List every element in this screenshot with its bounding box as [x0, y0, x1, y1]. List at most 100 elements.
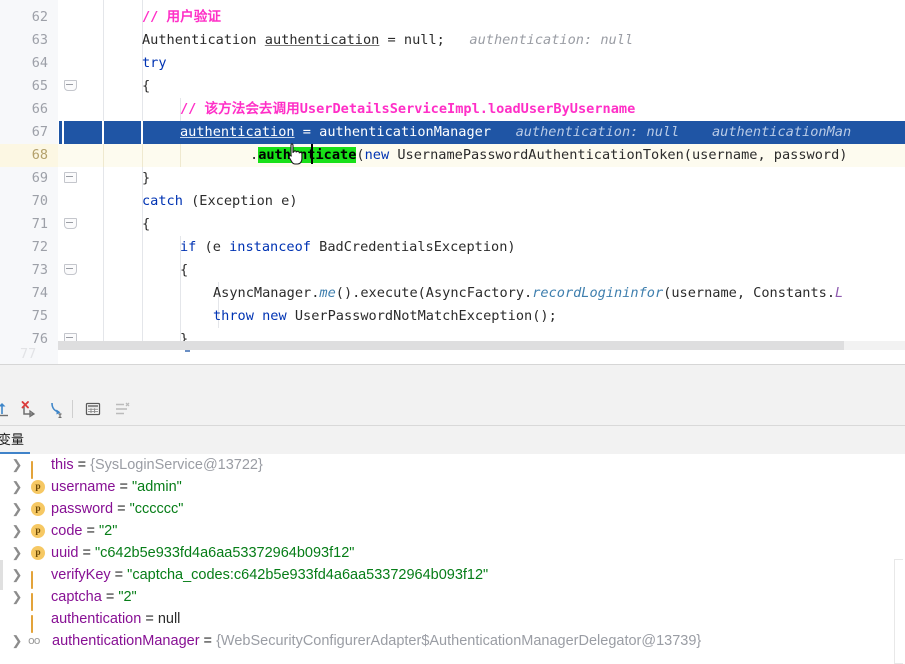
- code-line-70[interactable]: 70 catch (Exception e): [0, 190, 905, 213]
- code-line-66[interactable]: 66 // 该方法会去调用UserDetailsServiceImpl.load…: [0, 98, 905, 121]
- evaluate-expression-button[interactable]: [79, 395, 107, 423]
- brace-token: {: [142, 78, 151, 94]
- assign-token: = null;: [379, 32, 445, 48]
- scrollbar-thumb[interactable]: [894, 559, 903, 664]
- code-line-62[interactable]: 62 // 用户验证: [0, 6, 905, 29]
- scrollbar-thumb[interactable]: [58, 341, 844, 350]
- debugger-tab-strip[interactable]: 变量: [0, 426, 905, 454]
- variable-row[interactable]: ❯ p username = "admin": [0, 476, 905, 498]
- line-number: 65: [31, 78, 48, 94]
- line-number: 73: [31, 262, 48, 278]
- code-text: // 该方法会去调用UserDetailsServiceImpl.loadUse…: [80, 98, 905, 121]
- selection-block: [59, 121, 62, 144]
- editor-bottom-clip: 77: [0, 346, 905, 364]
- parameter-icon: p: [31, 480, 45, 494]
- fold-marker-icon[interactable]: [64, 218, 77, 230]
- code-text: {: [80, 259, 905, 282]
- code-line-73[interactable]: 73 {: [0, 259, 905, 282]
- code-text: try: [80, 52, 905, 75]
- fold-column: [58, 305, 80, 328]
- variable-value: null: [157, 611, 181, 627]
- variable-entry: this = {SysLoginService@13722}: [51, 457, 263, 473]
- expand-arrow-icon[interactable]: ❯: [10, 476, 24, 498]
- fold-column[interactable]: [58, 213, 80, 236]
- cond-token: (e: [196, 239, 230, 255]
- variable-row[interactable]: ❯ this = {SysLoginService@13722}: [0, 454, 905, 479]
- force-step-into-button[interactable]: [15, 395, 43, 423]
- expand-arrow-icon[interactable]: ❯: [10, 520, 24, 542]
- code-text: }: [80, 167, 905, 190]
- editor-horizontal-scrollbar[interactable]: [58, 341, 905, 350]
- code-editor[interactable]: } 62 // 用户验证 63 Authentication authentic…: [0, 0, 905, 364]
- line-number: 62: [31, 9, 48, 25]
- code-line-75[interactable]: 75 throw new UserPasswordNotMatchExcepti…: [0, 305, 905, 328]
- code-line-64[interactable]: 64 try: [0, 52, 905, 75]
- variables-vertical-scrollbar[interactable]: [892, 454, 905, 664]
- variable-name: captcha: [51, 589, 102, 605]
- variable-token: authentication: [180, 124, 295, 140]
- brace-token: {: [180, 262, 189, 278]
- variable-token: authentication: [264, 32, 380, 48]
- fold-marker-icon[interactable]: [64, 172, 77, 184]
- code-line-67[interactable]: 67 authentication = authenticationManage…: [0, 121, 905, 144]
- code-line-63[interactable]: 63 Authentication authentication = null;…: [0, 29, 905, 52]
- fold-column[interactable]: [58, 167, 80, 190]
- expand-arrow-icon[interactable]: ❯: [10, 542, 24, 564]
- expand-arrow-icon[interactable]: ❯: [10, 564, 24, 586]
- text-caret: [311, 144, 313, 164]
- debugger-toolbar[interactable]: [0, 393, 905, 426]
- fold-column: [58, 236, 80, 259]
- variable-value: "cccccc": [129, 501, 184, 517]
- keyword-token: throw: [213, 308, 254, 324]
- code-text: if (e instanceof BadCredentialsException…: [80, 236, 905, 259]
- variable-row[interactable]: ❯ p code = "2": [0, 520, 905, 542]
- code-line-65[interactable]: 65 {: [0, 75, 905, 98]
- code-line-74[interactable]: 74 AsyncManager.me().execute(AsyncFactor…: [0, 282, 905, 305]
- brace-token: }: [142, 170, 151, 186]
- variable-name: this: [51, 457, 74, 473]
- fold-column[interactable]: [58, 75, 80, 98]
- editor-debug-splitter[interactable]: [0, 364, 905, 394]
- code-text: {: [80, 213, 905, 236]
- expand-arrow-icon[interactable]: ❯: [10, 454, 24, 476]
- variable-name: verifyKey: [51, 567, 111, 583]
- variables-panel[interactable]: ❯ this = {SysLoginService@13722} ❯ p use…: [0, 454, 905, 664]
- fold-marker-icon[interactable]: [64, 264, 77, 276]
- code-text: {: [80, 75, 905, 98]
- variable-row[interactable]: ❯ verifyKey = "captcha_codes:c642b5e933f…: [0, 564, 905, 589]
- expand-arrow-icon[interactable]: ❯: [10, 586, 24, 608]
- smart-step-into-button[interactable]: [43, 395, 71, 423]
- step-out-button[interactable]: [0, 395, 16, 423]
- fold-marker-icon[interactable]: [64, 80, 77, 92]
- variable-row[interactable]: ❯ p uuid = "c642b5e933fd4a6aa53372964b09…: [0, 542, 905, 564]
- variable-entry: captcha = "2": [51, 589, 137, 605]
- code-text: // 用户验证: [80, 6, 905, 29]
- toolbar-separator: [72, 400, 73, 418]
- keyword-token-2: new: [253, 308, 287, 324]
- line-number: 66: [31, 101, 48, 117]
- inline-debug-hint-2: authenticationMan: [712, 124, 852, 140]
- code-line-69[interactable]: 69 }: [0, 167, 905, 190]
- fold-column[interactable]: [58, 259, 80, 282]
- variable-row[interactable]: ❯ captcha = "2": [0, 586, 905, 611]
- code-line-71[interactable]: 71 {: [0, 213, 905, 236]
- expand-arrow-icon[interactable]: ❯: [10, 498, 24, 520]
- line-number-ghost: 77: [20, 346, 37, 362]
- line-number: 68: [31, 147, 48, 163]
- variable-row[interactable]: ❯ oo authenticationManager = {WebSecurit…: [0, 630, 905, 652]
- call-token-2: ().execute(AsyncFactory.: [335, 285, 533, 301]
- variable-row[interactable]: authentication = null: [0, 608, 905, 633]
- code-lines: } 62 // 用户验证 63 Authentication authentic…: [0, 0, 905, 351]
- tab-variables[interactable]: 变量: [0, 428, 31, 454]
- code-line-72[interactable]: 72 if (e instanceof BadCredentialsExcept…: [0, 236, 905, 259]
- parameter-icon: p: [31, 546, 45, 560]
- variable-row[interactable]: ❯ p password = "cccccc": [0, 498, 905, 520]
- expand-arrow-icon[interactable]: ❯: [10, 630, 24, 652]
- layout-settings-button[interactable]: [108, 395, 136, 423]
- cond-token-2: BadCredentialsException): [310, 239, 516, 255]
- code-text: .authenticate(new UsernamePasswordAuthen…: [80, 144, 905, 167]
- variable-value: "admin": [132, 479, 182, 495]
- variable-value: {WebSecurityConfigurerAdapter$Authentica…: [216, 633, 702, 649]
- code-line-68[interactable]: 68 .authenticate(new UsernamePasswordAut…: [0, 144, 905, 167]
- method-italic-token: me: [319, 285, 336, 301]
